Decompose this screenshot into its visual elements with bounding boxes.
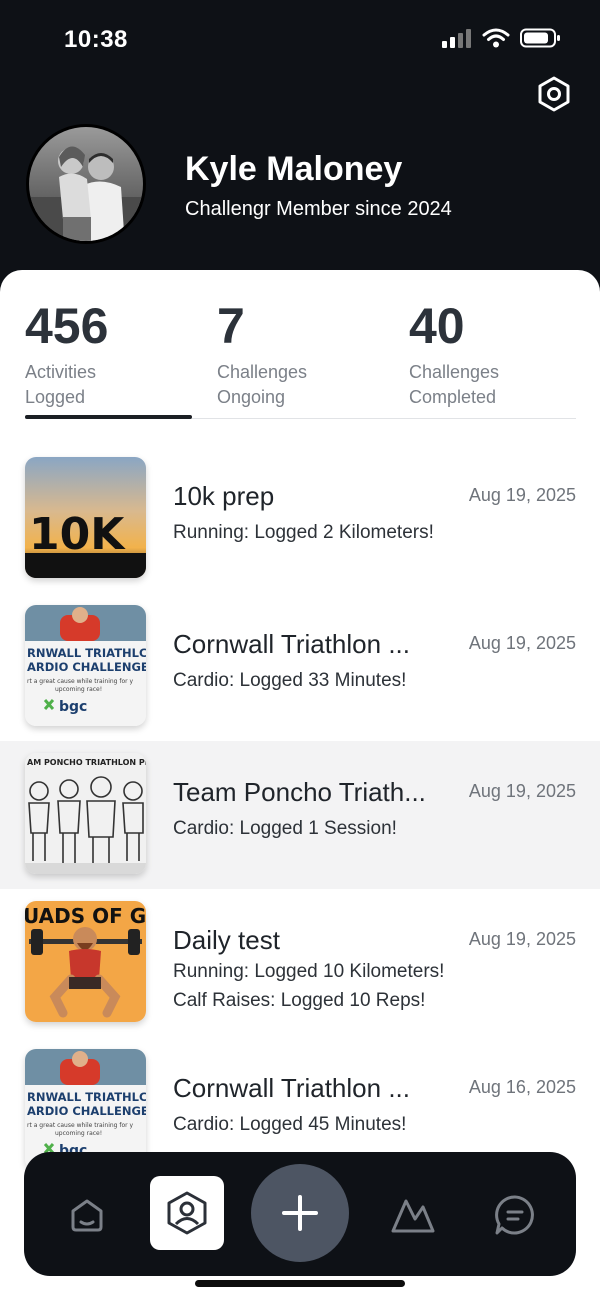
thumb-poncho-label: AM PONCHO TRIATHLON PR (27, 758, 146, 767)
stats-tabs: 456 Activities Logged 7 Challenges Ongoi… (0, 270, 600, 422)
chat-icon (495, 1195, 534, 1235)
home-indicator (195, 1280, 405, 1287)
thumb-squats-image: UADS OF GOD (25, 901, 146, 1022)
profile-name: Kyle Maloney (185, 150, 403, 188)
activity-date: Aug 19, 2025 (468, 781, 576, 801)
battery-icon (520, 28, 560, 48)
thumb-cornwall-line3: rt a great cause while training for y (27, 1122, 134, 1129)
activity-title: 10k prep (173, 481, 275, 511)
stat-value: 7 (217, 298, 245, 354)
tab-challenges-ongoing[interactable]: 7 Challenges Ongoing (217, 298, 347, 410)
stat-label: Challenges Ongoing (217, 362, 308, 407)
thumb-cornwall-line4: upcoming race! (55, 1130, 102, 1137)
nav-challenges-button[interactable] (384, 1186, 442, 1244)
mountain-icon (391, 1199, 435, 1233)
activity-detail: Cardio: Logged 1 Session! (173, 818, 397, 839)
avatar[interactable] (26, 124, 146, 244)
nav-home-button[interactable] (60, 1188, 114, 1242)
nav-messages-button[interactable] (486, 1186, 544, 1244)
profile-card: 456 Activities Logged 7 Challenges Ongoi… (0, 270, 600, 1300)
list-item[interactable]: 10K 10k prep Aug 19, 2025 Running: Logge… (0, 445, 600, 593)
nav-profile-button[interactable] (150, 1176, 224, 1250)
thumb-cornwall-line4: upcoming race! (55, 686, 102, 693)
activity-detail: Cardio: Logged 33 Minutes! (173, 670, 407, 691)
profile-header: 10:38 Kyle Maloney Challengr Member sinc… (0, 0, 600, 300)
settings-button[interactable] (534, 74, 574, 114)
cellular-signal-icon (442, 29, 471, 48)
thumb-cornwall-line1: RNWALL TRIATHLC (27, 1090, 146, 1104)
thumb-cornwall-image: RNWALL TRIATHLC ARDIO CHALLENGE rt a gre… (25, 605, 146, 726)
thumb-cornwall-line1: RNWALL TRIATHLC (27, 646, 146, 660)
settings-hexagon-icon (538, 76, 570, 112)
activity-title: Cornwall Triathlon ... (173, 629, 410, 659)
wifi-icon (482, 28, 510, 48)
activity-detail: Running: Logged 2 Kilometers! (173, 522, 434, 543)
activity-title: Cornwall Triathlon ... (173, 1073, 410, 1103)
thumb-cornwall-logo: bgc (59, 699, 87, 715)
activity-thumbnail: AM PONCHO TRIATHLON PR (25, 753, 146, 874)
thumb-10k-label: 10K (29, 509, 126, 560)
stat-label: Challenges Completed (409, 362, 500, 407)
stat-label: Activities Logged (25, 362, 97, 407)
activity-detail: Running: Logged 10 Kilometers! (173, 961, 445, 982)
activity-title: Team Poncho Triath... (173, 777, 426, 807)
thumb-squats-label: UADS OF GOD (25, 904, 146, 928)
list-item[interactable]: UADS OF GOD Daily test Aug 19, 2025 Runn… (0, 889, 600, 1037)
activity-thumbnail: UADS OF GOD (25, 901, 146, 1022)
status-time: 10:38 (64, 26, 128, 53)
tab-challenges-completed[interactable]: 40 Challenges Completed (409, 298, 539, 410)
list-item[interactable]: RNWALL TRIATHLC ARDIO CHALLENGE rt a gre… (0, 593, 600, 741)
avatar-photo (29, 127, 143, 241)
thumb-10k-image: 10K (25, 457, 146, 578)
member-since-text: Challengr Member since 2024 (185, 198, 452, 220)
bottom-navigation (24, 1152, 576, 1276)
activity-detail: Cardio: Logged 45 Minutes! (173, 1114, 407, 1135)
activity-detail: Calf Raises: Logged 10 Reps! (173, 990, 426, 1011)
thumb-cornwall-line3: rt a great cause while training for y (27, 678, 134, 685)
thumb-poncho-image: AM PONCHO TRIATHLON PR (25, 753, 146, 874)
list-item[interactable]: AM PONCHO TRIATHLON PR Team Poncho Triat… (0, 741, 600, 889)
activity-thumbnail: 10K (25, 457, 146, 578)
active-tab-indicator (25, 415, 192, 419)
activity-date: Aug 19, 2025 (468, 633, 576, 653)
activity-feed: 10K 10k prep Aug 19, 2025 Running: Logge… (0, 445, 600, 1185)
tab-activities-logged[interactable]: 456 Activities Logged (25, 298, 155, 410)
status-icons (442, 28, 562, 48)
plus-icon (282, 1195, 318, 1231)
thumb-cornwall-line2: ARDIO CHALLENGE (27, 1104, 146, 1118)
stat-value: 456 (25, 298, 109, 354)
thumb-cornwall-line2: ARDIO CHALLENGE (27, 660, 146, 674)
activity-date: Aug 19, 2025 (468, 485, 576, 505)
activity-thumbnail: RNWALL TRIATHLC ARDIO CHALLENGE rt a gre… (25, 605, 146, 726)
activity-date: Aug 19, 2025 (468, 929, 576, 949)
profile-icon (167, 1191, 207, 1235)
activity-date: Aug 16, 2025 (468, 1077, 576, 1097)
stat-value: 40 (409, 298, 465, 354)
activity-title: Daily test (173, 925, 280, 955)
add-activity-button[interactable] (251, 1164, 349, 1262)
home-icon (71, 1199, 103, 1232)
